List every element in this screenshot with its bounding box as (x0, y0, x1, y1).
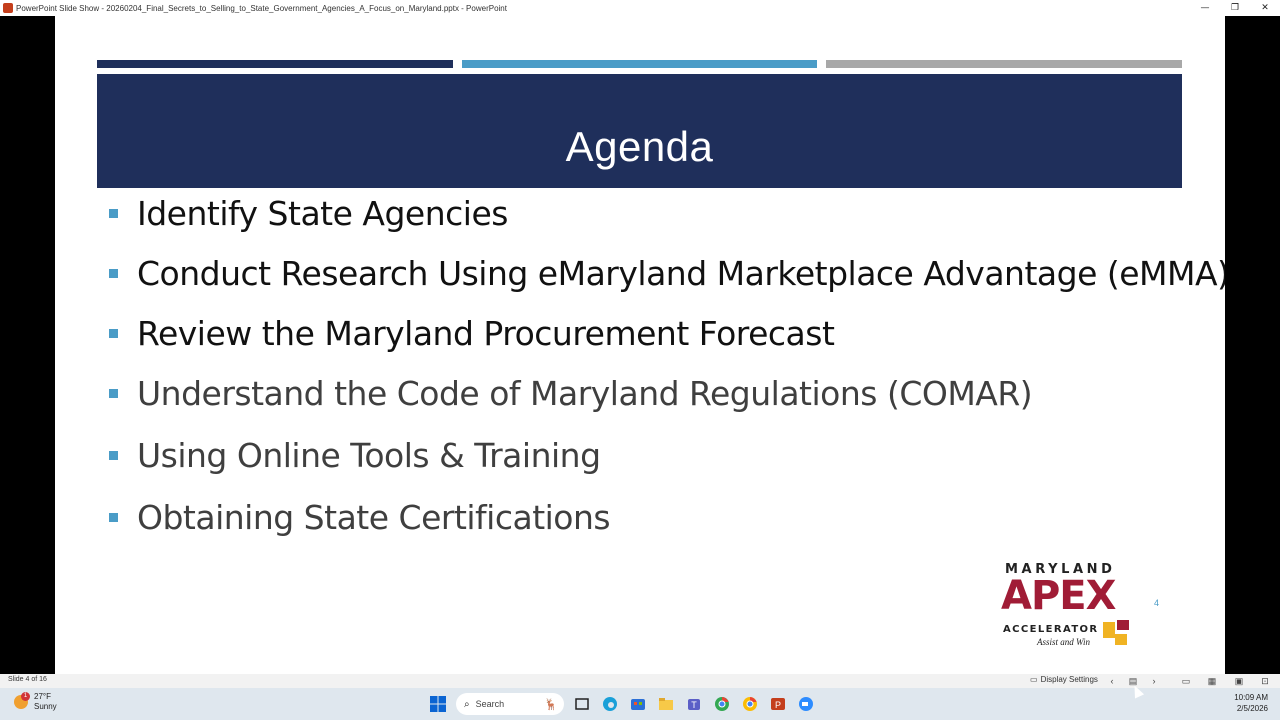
title-band: Agenda (97, 74, 1182, 188)
display-settings-label: Display Settings (1040, 675, 1098, 684)
slide-title: Agenda (565, 123, 714, 170)
store-icon[interactable] (628, 694, 648, 714)
powerpoint-app-icon (3, 3, 13, 13)
agenda-item: Using Online Tools & Training (107, 436, 601, 475)
bullet-square-icon (109, 513, 118, 522)
letterbox-left (0, 16, 55, 674)
powerpoint-icon[interactable]: P (768, 694, 788, 714)
agenda-item-text: Conduct Research Using eMaryland Marketp… (137, 254, 1225, 293)
next-icon[interactable]: › (1148, 675, 1160, 687)
logo-tagline: Assist and Win (1037, 637, 1091, 647)
edge-icon[interactable] (600, 694, 620, 714)
agenda-item: Identify State Agencies (107, 194, 508, 233)
slide-canvas[interactable]: Agenda Identify State Agencies Conduct R… (55, 16, 1225, 674)
agenda-item: Review the Maryland Procurement Forecast (107, 314, 835, 353)
teams-icon[interactable]: T (684, 694, 704, 714)
weather-description: Sunny (34, 702, 57, 711)
bullet-square-icon (109, 269, 118, 278)
svg-text:T: T (691, 700, 697, 710)
zoom-icon[interactable] (796, 694, 816, 714)
search-icon: ⌕ (464, 698, 470, 710)
svg-text:P: P (775, 700, 781, 710)
display-settings-button[interactable]: ▭ Display Settings (1030, 675, 1098, 684)
window-titlebar: PowerPoint Slide Show - 20260204_Final_S… (0, 0, 1280, 16)
chrome-icon[interactable] (712, 694, 732, 714)
weather-alert-badge: 1 (21, 692, 30, 701)
agenda-item: Conduct Research Using eMaryland Marketp… (107, 254, 1225, 293)
system-clock[interactable]: 10:09 AM 2/5/2026 (1228, 692, 1268, 714)
accent-bar-blue (462, 60, 817, 68)
agenda-item-text: Obtaining State Certifications (137, 498, 611, 537)
taskbar-search[interactable]: ⌕ Search 🦌 (456, 693, 564, 715)
minimize-button[interactable]: — (1190, 0, 1220, 16)
maryland-apex-logo: MARYLAND APEX ACCELERATOR Assist and Win (1001, 562, 1137, 652)
logo-apex-text: APEX (1001, 573, 1116, 619)
reading-view-icon[interactable]: ▣ (1233, 675, 1245, 687)
search-placeholder: Search (475, 699, 505, 709)
agenda-item-text: Understand the Code of Maryland Regulati… (137, 374, 1033, 413)
accent-bar-grey (826, 60, 1182, 68)
slideshow-statusbar: Slide 4 of 16 ▭ Display Settings ‹ ▤ › ▭… (0, 674, 1280, 688)
agenda-item: Understand the Code of Maryland Regulati… (107, 374, 1033, 413)
slide-page-number: 4 (1154, 598, 1160, 608)
slideshow-icon[interactable]: ⊡ (1259, 675, 1271, 687)
previous-icon[interactable]: ‹ (1106, 675, 1118, 687)
logo-mark-icon (1103, 620, 1129, 645)
weather-temperature: 27°F (34, 692, 51, 701)
logo-accelerator-text: ACCELERATOR (1003, 624, 1099, 635)
windows-start-icon[interactable] (428, 694, 448, 714)
agenda-item-text: Review the Maryland Procurement Forecast (137, 314, 835, 353)
agenda-item-text: Using Online Tools & Training (137, 436, 601, 475)
close-button[interactable]: ✕ (1250, 0, 1280, 16)
bullet-square-icon (109, 329, 118, 338)
taskview-icon[interactable] (572, 694, 592, 714)
slide-counter: Slide 4 of 16 (8, 676, 47, 683)
window-title: PowerPoint Slide Show - 20260204_Final_S… (16, 3, 507, 13)
accent-bar-navy (97, 60, 453, 68)
agenda-item-text: Identify State Agencies (137, 194, 508, 233)
sun-icon: 1 (14, 692, 30, 709)
monitor-icon: ▭ (1030, 675, 1038, 684)
chrome-profile-icon[interactable] (740, 694, 760, 714)
window-controls: — ❐ ✕ (1190, 0, 1280, 16)
bullet-square-icon (109, 451, 118, 460)
windows-taskbar: 1 27°F Sunny ⌕ Search 🦌 T P 10:09 AM 2/5… (0, 688, 1280, 720)
weather-widget[interactable]: 1 27°F Sunny (14, 692, 57, 712)
clock-time: 10:09 AM (1234, 693, 1268, 702)
clock-date: 2/5/2026 (1236, 704, 1268, 713)
restore-button[interactable]: ❐ (1220, 0, 1250, 16)
taskbar-apps: ⌕ Search 🦌 T P (424, 692, 820, 716)
agenda-item: Obtaining State Certifications (107, 498, 611, 537)
letterbox-right (1225, 16, 1280, 674)
normal-view-icon[interactable]: ▭ (1180, 675, 1192, 687)
bullet-square-icon (109, 209, 118, 218)
bullet-square-icon (109, 389, 118, 398)
search-highlight-icon: 🦌 (544, 698, 558, 711)
grid-view-icon[interactable]: ▦ (1206, 675, 1218, 687)
file-explorer-icon[interactable] (656, 694, 676, 714)
